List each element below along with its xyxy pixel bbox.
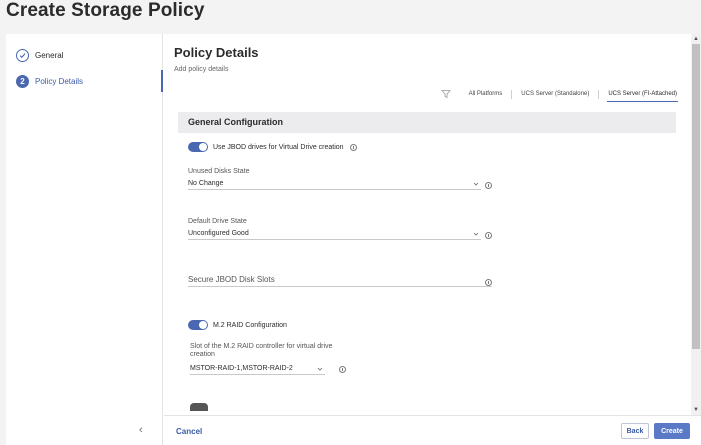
unused-disks-label: Unused Disks State [188,168,250,175]
scrollbar[interactable]: ▲ ▼ [691,34,701,415]
default-drive-label: Default Drive State [188,218,247,225]
jbod-toggle[interactable] [188,142,208,152]
section-subtitle: Add policy details [174,66,229,73]
wizard-panel: General 2 Policy Details ‹ Policy Detail… [6,34,701,445]
default-drive-select[interactable]: Unconfigured Good [188,228,481,240]
m2-slot-select[interactable]: MSTOR-RAID-1,MSTOR-RAID-2 [190,363,325,375]
m2-toggle-row: M.2 RAID Configuration [188,319,287,331]
section-heading: General Configuration [178,112,676,133]
tab-divider [598,89,600,99]
create-button[interactable]: Create [654,423,690,439]
page-title: Create Storage Policy [6,0,205,21]
jbod-toggle-row: Use JBOD drives for Virtual Drive creati… [188,141,357,153]
tab-divider [511,89,513,99]
chevron-down-icon [473,232,479,236]
jbod-toggle-label: Use JBOD drives for Virtual Drive creati… [213,143,344,151]
checkmark-icon [16,48,29,62]
step-general[interactable]: General [16,47,63,63]
default-drive-value: Unconfigured Good [188,230,249,237]
wizard-steps: General 2 Policy Details ‹ [6,34,163,445]
active-step-indicator [161,70,163,92]
info-icon[interactable] [485,279,492,286]
collapse-chevron-icon[interactable]: ‹ [139,424,143,436]
m2-raid-toggle[interactable] [188,320,208,330]
platform-filter: All Platforms UCS Server (Standalone) UC… [440,86,681,102]
general-configuration-section: General Configuration Use JBOD drives fo… [178,112,676,411]
section-title: Policy Details [174,45,259,60]
back-button[interactable]: Back [621,423,649,439]
platform-tab-all[interactable]: All Platforms [465,87,507,101]
partial-toggle[interactable] [190,403,208,411]
step-label: Policy Details [35,76,84,86]
filter-icon[interactable] [440,89,451,99]
scroll-down-icon[interactable]: ▼ [693,407,699,413]
info-icon[interactable] [485,182,492,189]
secure-jbod-input[interactable]: Secure JBOD Disk Slots [188,273,492,287]
m2-raid-label: M.2 RAID Configuration [213,321,287,329]
chevron-down-icon [473,182,479,186]
scroll-up-icon[interactable]: ▲ [693,36,699,42]
platform-tab-fi-attached[interactable]: UCS Server (FI-Attached) [604,87,681,102]
policy-details-content: Policy Details Add policy details All Pl… [164,34,691,415]
step-label: General [35,50,64,60]
scroll-thumb[interactable] [692,44,700,349]
unused-disks-value: No Change [188,180,224,187]
cancel-button[interactable]: Cancel [176,427,202,436]
m2-slot-value: MSTOR-RAID-1,MSTOR-RAID-2 [190,365,293,372]
info-icon[interactable] [349,143,357,151]
wizard-footer: Cancel Back Create [164,415,701,445]
unused-disks-select[interactable]: No Change [188,178,481,190]
info-icon[interactable] [485,232,492,239]
chevron-down-icon [317,367,323,371]
step-policy-details[interactable]: 2 Policy Details [16,73,83,89]
m2-slot-label: Slot of the M.2 RAID controller for virt… [190,343,333,358]
platform-tab-standalone[interactable]: UCS Server (Standalone) [517,87,593,101]
info-icon[interactable] [339,366,346,373]
step-number: 2 [16,74,29,88]
section-body: Use JBOD drives for Virtual Drive creati… [178,133,676,411]
